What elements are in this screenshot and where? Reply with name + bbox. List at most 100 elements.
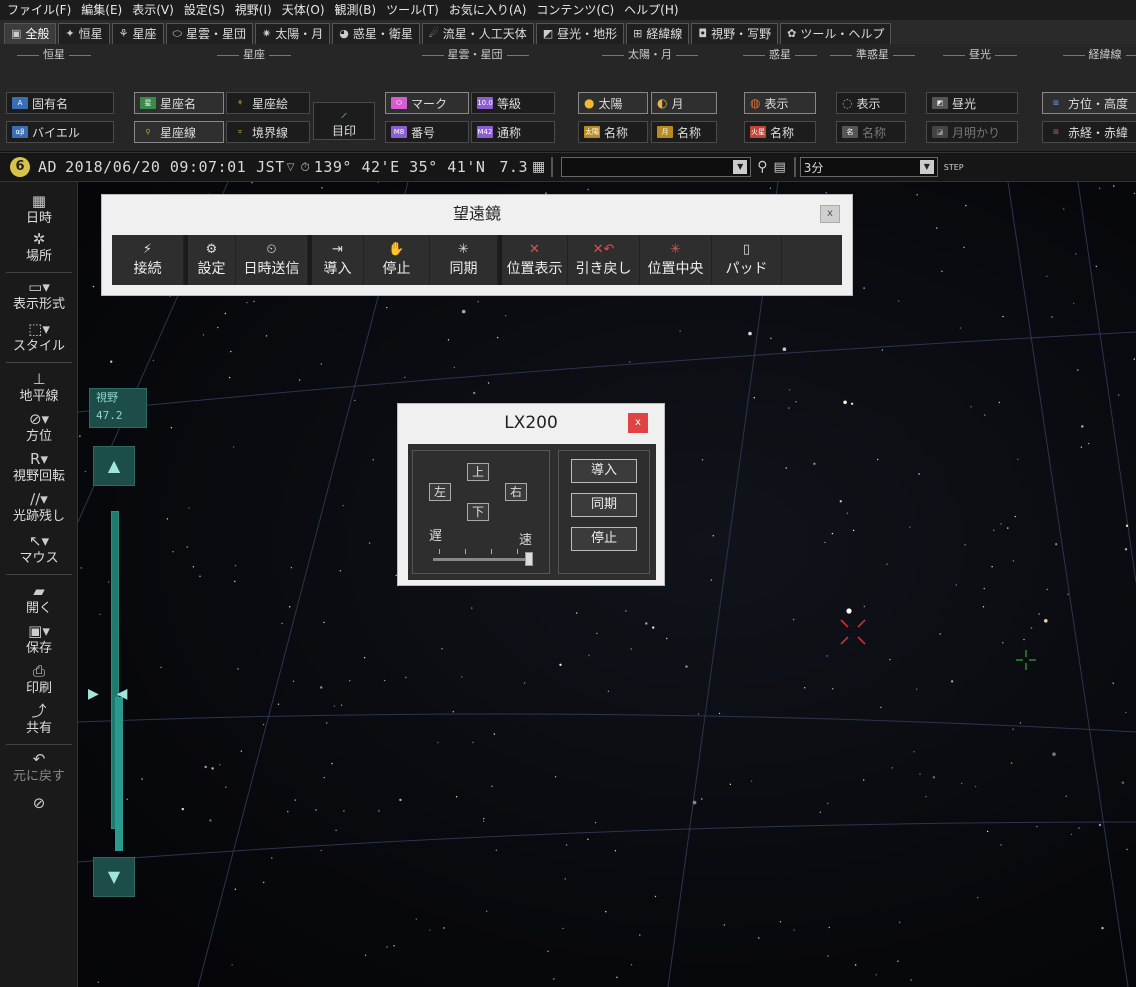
tab-general[interactable]: ▣ 全般 xyxy=(4,23,57,44)
share-button[interactable]: ⤴ 共有 xyxy=(0,702,78,737)
nebula-magnitude-button[interactable]: 10.0 等級 xyxy=(471,92,555,114)
menu-help[interactable]: ヘルプ(H) xyxy=(619,0,683,20)
style-button[interactable]: ⬚▾ スタイル xyxy=(0,320,78,355)
dropdown-arrow-icon[interactable]: ▽ xyxy=(287,162,295,173)
move-up-button[interactable]: 上 xyxy=(467,463,489,481)
time-step-icon[interactable]: 6 xyxy=(10,157,30,177)
move-left-button[interactable]: 左 xyxy=(429,483,451,501)
sun-toggle-button[interactable]: ● 太陽 xyxy=(578,92,648,114)
moon-toggle-button[interactable]: ◐ 月 xyxy=(651,92,717,114)
send-datetime-button[interactable]: ⏲ 日時送信 xyxy=(236,235,308,285)
moonlight-button[interactable]: ◪ 月明かり xyxy=(926,121,1018,143)
location-coords[interactable]: 139° 42'E 35° 41'N xyxy=(314,158,486,176)
move-right-button[interactable]: 右 xyxy=(505,483,527,501)
speed-slider-track[interactable] xyxy=(433,558,529,561)
center-position-button[interactable]: ✳ 位置中央 xyxy=(640,235,712,285)
lx200-goto-button[interactable]: 導入 xyxy=(571,459,637,483)
target-crosshair[interactable] xyxy=(1016,650,1036,670)
print-button[interactable]: ⎙ 印刷 xyxy=(0,662,78,697)
nebula-mark-button[interactable]: ⬭ マーク xyxy=(385,92,469,114)
menu-contents[interactable]: コンテンツ(C) xyxy=(531,0,619,20)
dwarf-show-button[interactable]: ◌ 表示 xyxy=(836,92,906,114)
tab-meteor[interactable]: ☄ 流星・人工天体 xyxy=(421,23,534,44)
bright-star[interactable] xyxy=(846,608,852,614)
open-button[interactable]: ▰ 開く xyxy=(0,582,78,617)
lx200-stop-button[interactable]: 停止 xyxy=(571,527,637,551)
tab-sun-moon[interactable]: ✷ 太陽・月 xyxy=(254,23,331,44)
display-format-button[interactable]: ▭▾ 表示形式 xyxy=(0,278,78,313)
landmark-button[interactable]: ⸝ 目印 xyxy=(313,102,375,140)
boundary-button[interactable]: ⌗ 境界線 xyxy=(226,121,310,143)
constellation-name-button[interactable]: 星星座名 xyxy=(134,92,224,114)
tab-nebula[interactable]: ⬭ 星雲・星団 xyxy=(165,23,253,44)
scope-settings-button[interactable]: ⚙ 設定 xyxy=(188,235,236,285)
menu-field[interactable]: 視野(I) xyxy=(230,0,277,20)
extra-tool-button[interactable]: ⊘ xyxy=(0,794,78,812)
lx200-sync-button[interactable]: 同期 xyxy=(571,493,637,517)
stop-button[interactable]: ✋ 停止 xyxy=(364,235,430,285)
planet-show-button[interactable]: ◍ 表示 xyxy=(744,92,816,114)
datetime-button[interactable]: ▦ 日時 xyxy=(0,192,78,227)
search-icon[interactable]: ⚲ xyxy=(757,159,767,175)
tab-field-view[interactable]: ◘ 視野・写野 xyxy=(691,23,779,44)
undo-button[interactable]: ↶ 元に戻す xyxy=(0,750,78,785)
altaz-grid-button[interactable]: ⊞ 方位・高度 xyxy=(1042,92,1136,114)
location-button[interactable]: ✲ 場所 xyxy=(0,230,78,265)
save-button[interactable]: ▣▾ 保存 xyxy=(0,622,78,657)
nebula-common-name-button[interactable]: M42 通称 xyxy=(471,121,555,143)
tab-tools-help[interactable]: ✿ ツール・ヘルプ xyxy=(780,23,892,44)
bayer-button[interactable]: αβ バイエル xyxy=(6,121,114,143)
horizon-button[interactable]: ⊥ 地平線 xyxy=(0,370,78,405)
menu-edit[interactable]: 編集(E) xyxy=(76,0,127,20)
moon-name-button[interactable]: 月名称 xyxy=(651,121,717,143)
tab-daylight[interactable]: ◩ 昼光・地形 xyxy=(535,23,625,44)
equatorial-grid-button[interactable]: ⊞ 赤経・赤緯 xyxy=(1042,121,1136,143)
direction-button[interactable]: ⊘▾ 方位 xyxy=(0,410,78,445)
sun-name-button[interactable]: 太陽 名称 xyxy=(578,121,648,143)
planet-name-button[interactable]: 火星 名称 xyxy=(744,121,816,143)
menu-observe[interactable]: 観測(B) xyxy=(330,0,382,20)
tab-constellation[interactable]: ⚘ 星座 xyxy=(111,23,164,44)
list-icon[interactable]: ▤ xyxy=(773,160,785,175)
step-dropdown-icon[interactable]: ▼ xyxy=(919,160,934,174)
dwarf-name-button[interactable]: 名名称 xyxy=(836,121,906,143)
menu-settings[interactable]: 設定(S) xyxy=(179,0,230,20)
show-position-button[interactable]: ✕ 位置表示 xyxy=(502,235,568,285)
trail-button[interactable]: ∕∕▾ 光跡残し xyxy=(0,490,78,525)
connect-button[interactable]: ⚡ 接続 xyxy=(112,235,184,285)
tab-planets[interactable]: ◕ 惑星・衛星 xyxy=(332,23,420,44)
goto-button[interactable]: ⇥ 導入 xyxy=(312,235,364,285)
pad-button[interactable]: ▯ パッド xyxy=(712,235,782,285)
step-select[interactable]: 3分 ▼ xyxy=(799,157,938,177)
step-icon[interactable]: STEP xyxy=(944,163,964,172)
tab-stars[interactable]: ✦ 恒星 xyxy=(58,23,110,44)
daylight-button[interactable]: ◩ 昼光 xyxy=(926,92,1018,114)
now-clock-icon[interactable]: ⏱ xyxy=(300,160,309,175)
calendar-icon[interactable]: ▦ xyxy=(532,159,545,175)
speed-slider-handle[interactable] xyxy=(525,552,533,566)
search-input[interactable]: ▼ xyxy=(561,157,752,177)
menu-file[interactable]: ファイル(F) xyxy=(2,0,76,20)
datetime-display[interactable]: 2018/06/20 09:07:01 xyxy=(65,158,246,176)
constellation-line-button[interactable]: ⚲ 星座線 xyxy=(134,121,224,143)
menu-object[interactable]: 天体(O) xyxy=(277,0,330,20)
zoom-slider-handle[interactable]: ▶ ◀ xyxy=(88,683,144,705)
pull-back-button[interactable]: ✕↶ 引き戻し xyxy=(568,235,640,285)
zoom-out-button[interactable]: ▼ xyxy=(93,857,135,897)
menu-favorites[interactable]: お気に入り(A) xyxy=(444,0,532,20)
search-dropdown-icon[interactable]: ▼ xyxy=(733,160,748,174)
lx200-close-button[interactable]: x xyxy=(628,413,648,433)
menu-tools[interactable]: ツール(T) xyxy=(381,0,444,20)
view-rotation-button[interactable]: R▾ 視野回転 xyxy=(0,450,78,485)
proper-name-button[interactable]: A 固有名 xyxy=(6,92,114,114)
constellation-art-button[interactable]: ⚘ 星座絵 xyxy=(226,92,310,114)
tab-grid[interactable]: ⊞ 経緯線 xyxy=(626,23,690,44)
mouse-button[interactable]: ↖▾ マウス xyxy=(0,532,78,567)
sync-button[interactable]: ✳ 同期 xyxy=(430,235,498,285)
telescope-close-button[interactable]: x xyxy=(820,205,840,223)
timezone-label[interactable]: JST xyxy=(256,158,285,176)
menu-view[interactable]: 表示(V) xyxy=(127,0,179,20)
telescope-position-marker[interactable] xyxy=(840,619,866,645)
zoom-in-button[interactable]: ▲ xyxy=(93,446,135,486)
nebula-number-button[interactable]: M8 番号 xyxy=(385,121,469,143)
